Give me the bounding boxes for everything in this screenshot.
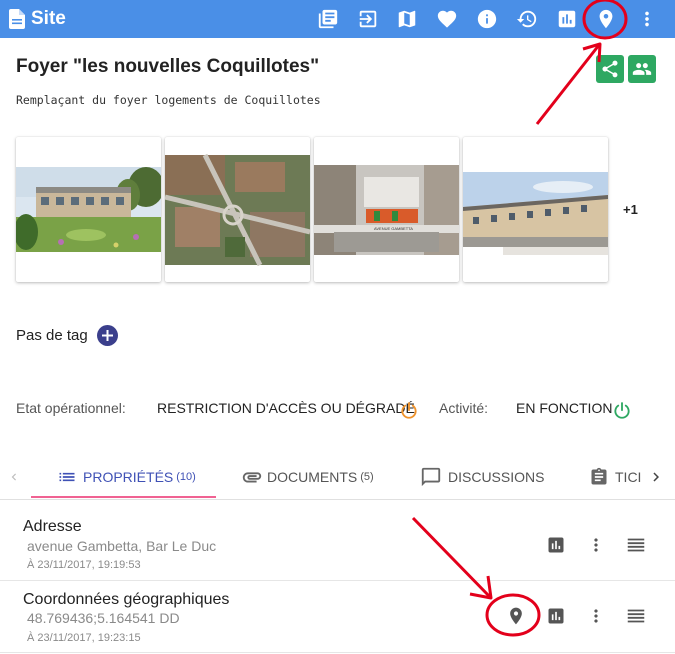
plus-icon [101,330,113,341]
operational-state-value: RESTRICTION D'ACCÈS OU DÉGRADÉ [157,400,415,416]
attachment-icon [242,472,262,483]
property-menu-button[interactable] [624,604,648,628]
more-vert-icon[interactable] [635,7,659,31]
tab-documents[interactable]: DOCUMENTS (5) [241,455,374,499]
property-value: avenue Gambetta, Bar Le Duc [27,538,217,554]
more-vert-icon [594,609,598,623]
menu-icon [627,538,645,552]
tab-bar: PROPRIÉTÉS (10) DOCUMENTS (5) DISCUSSION… [0,455,675,500]
page-subtitle: Remplaçant du foyer logements de Coquill… [16,93,321,107]
bar-chart-icon [548,608,564,624]
people-button[interactable] [628,55,656,83]
operational-state-label: Etat opérationnel: [16,400,126,416]
tags-section: Pas de tag [16,325,118,346]
bar-chart-icon [548,537,564,553]
photo-thumbnail-street-view[interactable] [463,137,608,282]
share-icon [602,60,618,78]
more-vert-icon [594,538,598,552]
map-icon[interactable] [395,7,419,31]
photo-thumbnail-building-garden[interactable] [16,137,161,282]
app-toolbar: Site [0,0,675,38]
app-brand: Site [9,8,66,30]
tab-discussions[interactable]: DISCUSSIONS [420,455,544,499]
list-icon [59,472,75,482]
app-title: Site [31,8,66,29]
map-marker-icon [510,607,522,625]
document-icon [9,9,25,29]
photo-thumbnail-aerial-view[interactable] [165,137,310,282]
property-chart-button[interactable] [544,533,568,557]
menu-icon [627,609,645,623]
people-icon [632,63,652,75]
property-date: À 23/11/2017, 19:23:15 [27,632,141,644]
heart-icon[interactable] [435,7,459,31]
tab-proprietes-label: PROPRIÉTÉS [83,469,174,485]
active-tab-indicator [31,496,216,498]
tabs-scroll-right-button[interactable] [646,467,666,487]
property-value: 48.769436;5.164541 DD [27,610,180,626]
activity-label: Activité: [439,400,489,416]
page-title: Foyer "les nouvelles Coquillotes" [16,56,320,77]
property-more-button[interactable] [584,533,608,557]
property-name: Coordonnées géographiques [23,591,230,608]
clipboard-icon [591,467,607,485]
library-books-icon[interactable] [316,7,340,31]
svg-text:AVENUE GAMBETTA: AVENUE GAMBETTA [374,226,413,231]
tags-label: Pas de tag [16,327,88,344]
exit-to-app-icon[interactable] [356,7,380,31]
activity-value: EN FONCTION [516,400,613,416]
bar-chart-icon[interactable] [555,7,579,31]
property-more-button[interactable] [584,604,608,628]
property-menu-button[interactable] [624,533,648,557]
property-chart-button[interactable] [544,604,568,628]
add-tag-button[interactable] [96,325,118,346]
map-marker-icon[interactable] [594,7,618,31]
gallery-more-count[interactable]: +1 [623,202,638,217]
tab-tickets[interactable]: TICI [589,455,641,499]
tab-documents-label: DOCUMENTS [267,469,358,485]
tab-documents-count: (5) [360,471,374,483]
history-icon[interactable] [515,7,539,31]
property-date: À 23/11/2017, 19:19:53 [27,559,141,571]
tab-proprietes[interactable]: PROPRIÉTÉS (10) [57,455,196,499]
property-name: Adresse [23,518,82,535]
property-row: Adresse avenue Gambetta, Bar Le Duc À 23… [0,509,675,581]
tab-discussions-label: DISCUSSIONS [448,469,545,485]
info-icon[interactable] [475,7,499,31]
chat-icon [421,467,441,487]
power-icon[interactable] [399,401,419,421]
annotation-arrow-toolbar [535,44,601,125]
power-icon-active[interactable] [612,401,632,421]
property-locate-button[interactable] [504,604,528,628]
share-button[interactable] [596,55,624,83]
chevron-right-icon [653,472,659,482]
property-row: Coordonnées géographiques 48.769436;5.16… [0,581,675,653]
tabs-viewport: PROPRIÉTÉS (10) DOCUMENTS (5) DISCUSSION… [0,455,642,499]
photo-thumbnail-site-plan[interactable]: AVENUE GAMBETTA [314,137,459,282]
tab-proprietes-count: (10) [176,471,196,483]
tab-tickets-label: TICI [615,469,642,485]
